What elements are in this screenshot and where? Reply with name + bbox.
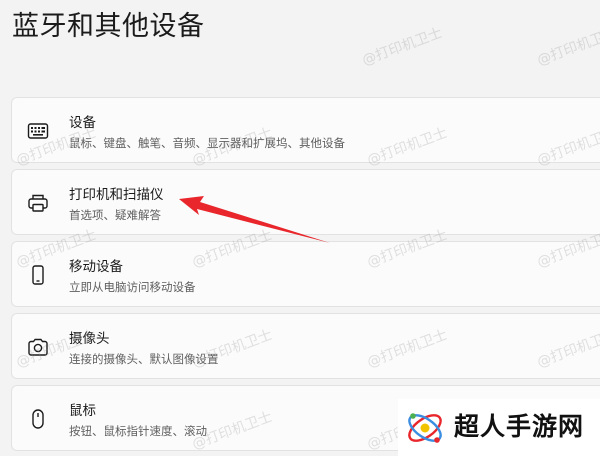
mouse-icon [26,407,50,431]
page-title: 蓝牙和其他设备 [12,11,205,42]
settings-item-description: 按钮、鼠标指针速度、滚动 [69,424,207,438]
settings-item-label: 摄像头 [69,331,110,347]
phone-icon [26,263,50,287]
camera-icon [26,335,50,359]
settings-item-devices[interactable]: 设备 鼠标、键盘、触笔、音频、显示器和扩展坞、其他设备 [11,97,600,163]
settings-item-label: 移动设备 [69,259,123,275]
settings-item-printers-scanners[interactable]: 打印机和扫描仪 首选项、疑难解答 [11,169,600,235]
brand-logo-icon [404,407,446,449]
settings-item-label: 鼠标 [69,403,96,419]
settings-item-label: 设备 [69,115,96,131]
watermark: @打印机卫士 [360,25,445,69]
brand-logo: 超人手游网 [398,399,600,456]
settings-item-description: 连接的摄像头、默认图像设置 [69,352,219,366]
watermark: @打印机卫士 [535,25,600,69]
printer-icon [26,191,50,215]
settings-item-description: 鼠标、键盘、触笔、音频、显示器和扩展坞、其他设备 [69,136,345,150]
settings-item-cameras[interactable]: 摄像头 连接的摄像头、默认图像设置 [11,313,600,379]
settings-item-label: 打印机和扫描仪 [69,187,164,203]
brand-name: 超人手游网 [454,412,585,441]
settings-item-mobile-devices[interactable]: 移动设备 立即从电脑访问移动设备 [11,241,600,307]
settings-item-description: 立即从电脑访问移动设备 [69,280,196,294]
keyboard-icon [26,119,50,143]
settings-item-description: 首选项、疑难解答 [69,208,161,222]
